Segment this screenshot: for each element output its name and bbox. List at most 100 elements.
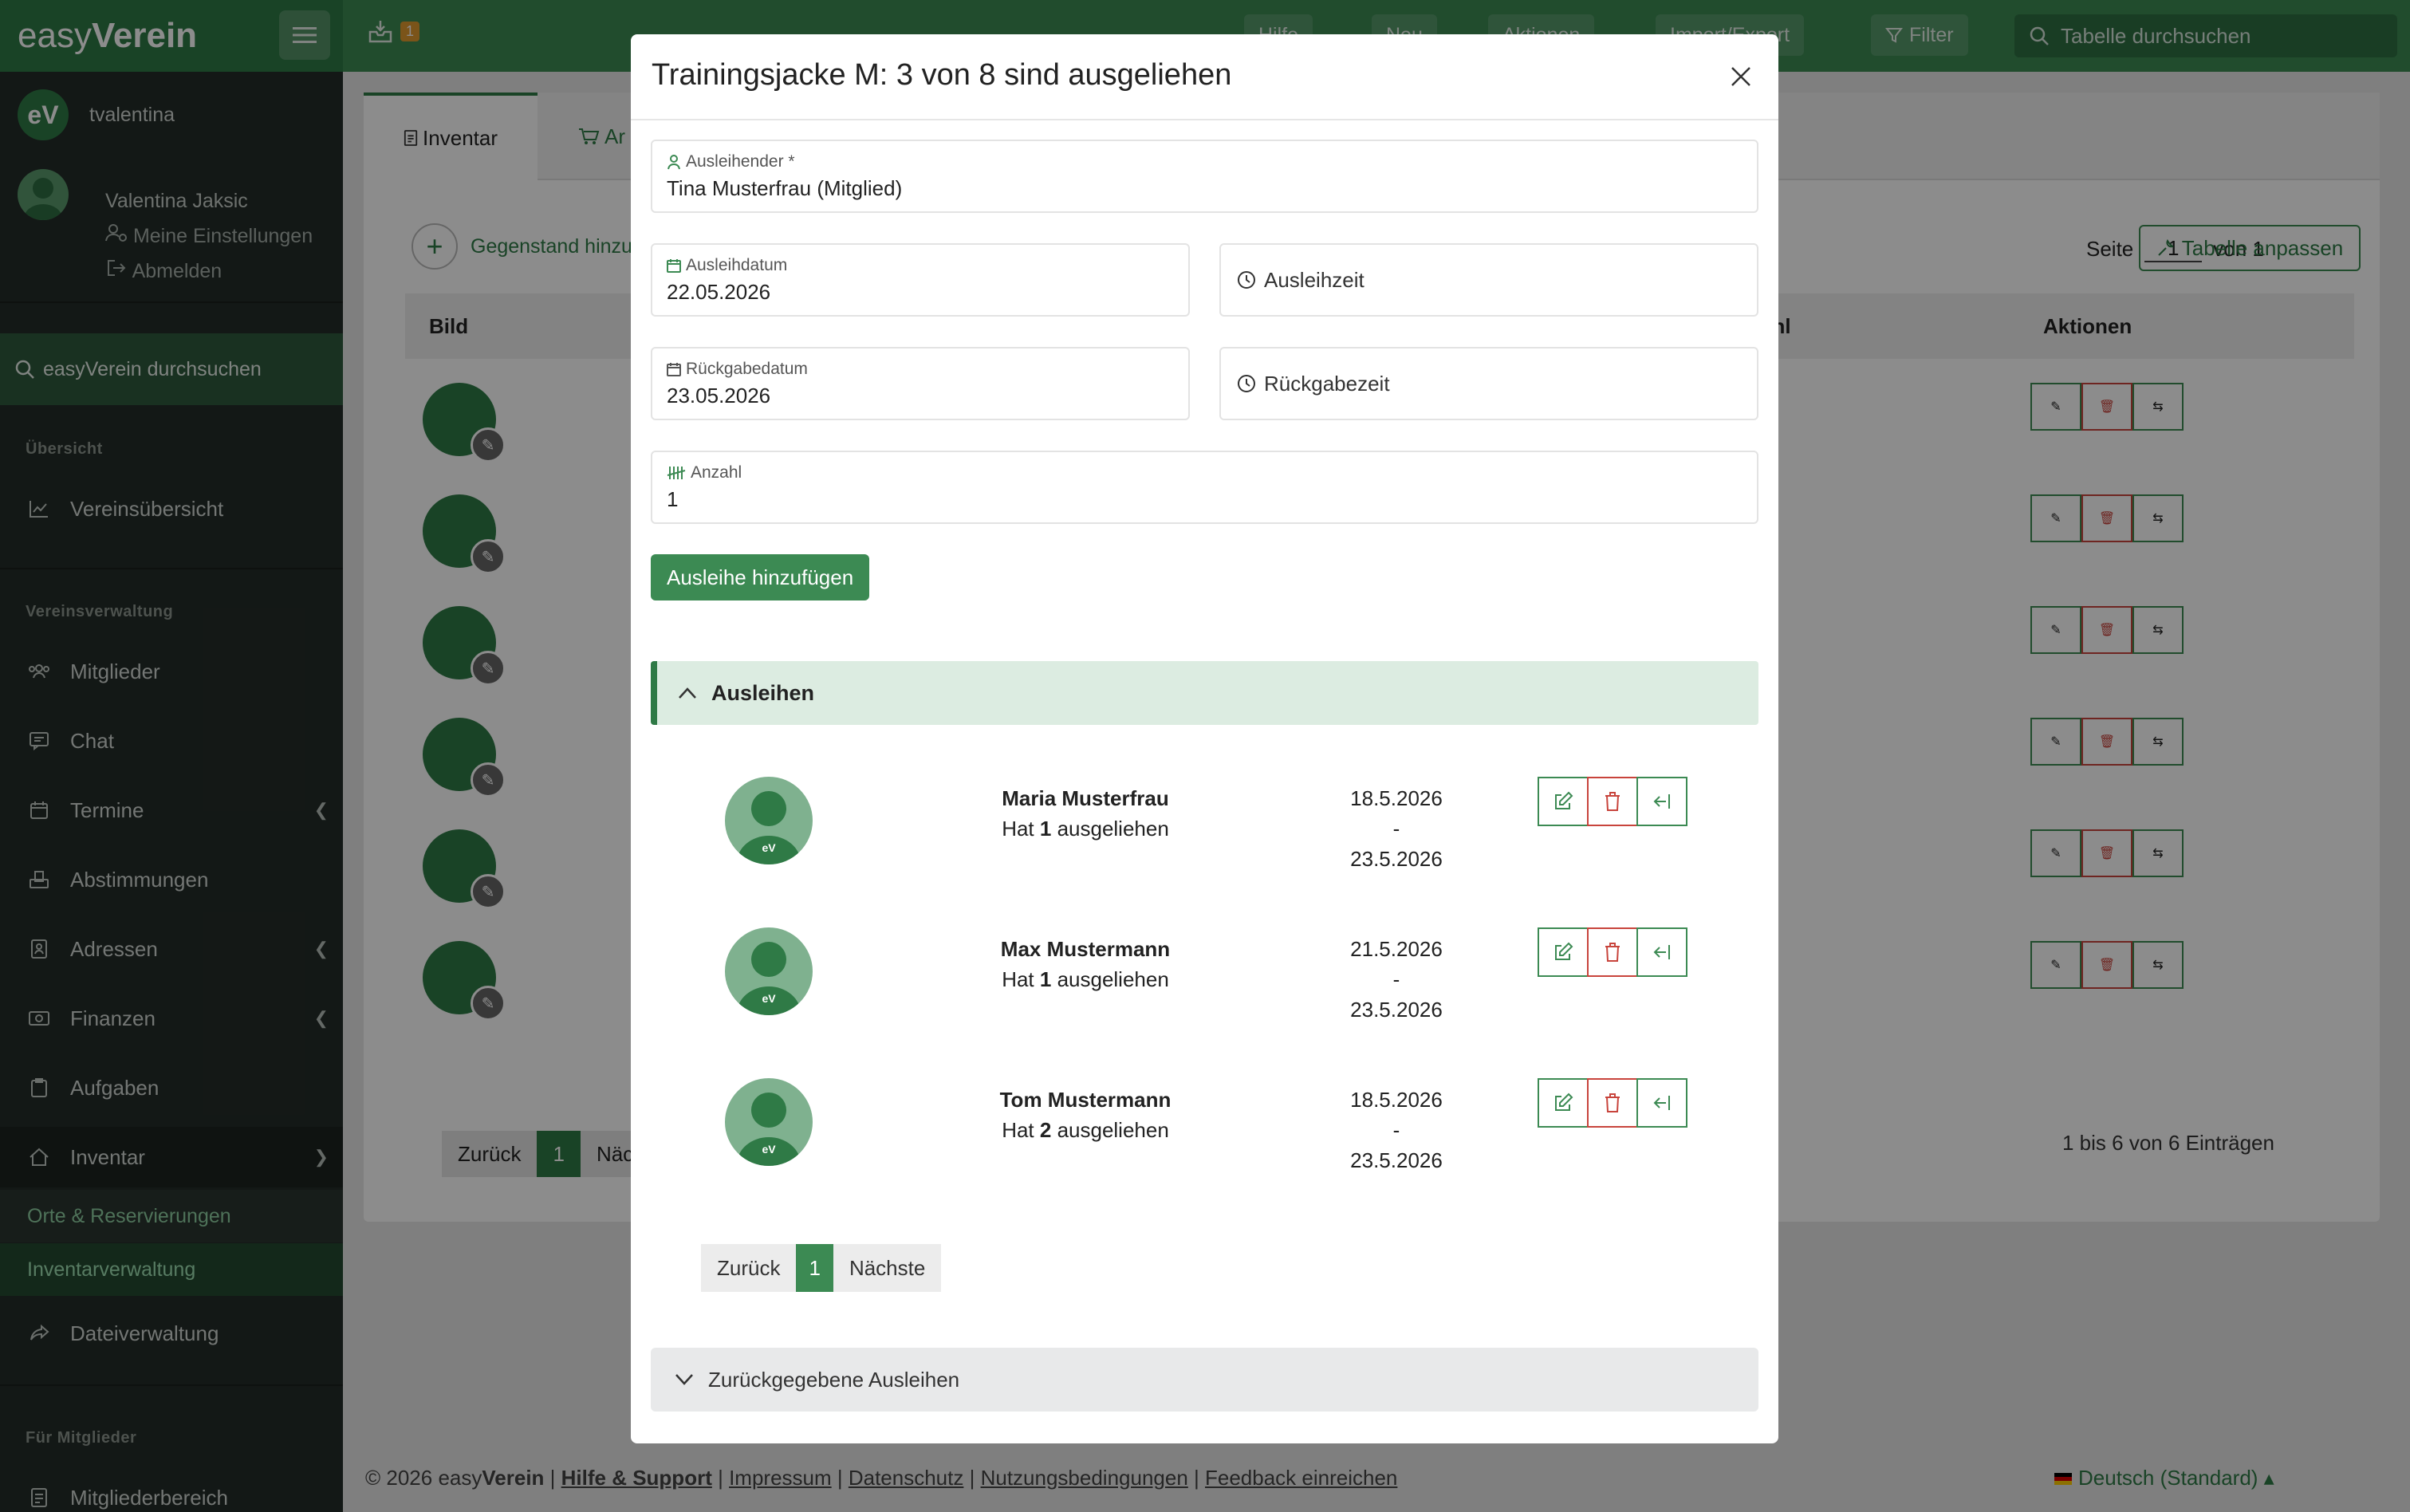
dialog-title: Trainingsjacke M: 3 von 8 sind ausgelieh… — [652, 58, 1232, 92]
amount-field[interactable]: Anzahl 1 — [651, 451, 1758, 524]
returned-loans-heading: Zurückgegebene Ausleihen — [708, 1367, 960, 1392]
return-button[interactable] — [1636, 1078, 1687, 1128]
loan-dash: - — [1392, 817, 1400, 841]
loan-borrower: Max Mustermann Hat 1 ausgeliehen — [982, 934, 1189, 994]
borrower-value: Tina Musterfrau (Mitglied) — [667, 176, 903, 200]
loans-pagination: Zurück 1 Nächste — [701, 1244, 942, 1292]
loan-name: Tom Mustermann — [999, 1088, 1172, 1112]
pager-back-button[interactable]: Zurück — [701, 1244, 797, 1292]
tally-icon — [667, 467, 686, 479]
loan-from: 18.5.2026 — [1350, 1088, 1443, 1112]
user-icon — [667, 155, 680, 170]
calendar-icon — [667, 363, 681, 376]
person-icon: eV — [737, 791, 801, 864]
loan-to: 23.5.2026 — [1350, 998, 1443, 1022]
delete-button[interactable] — [1587, 1078, 1638, 1128]
loan-dialog: Trainingsjacke M: 3 von 8 sind ausgelieh… — [631, 34, 1778, 1443]
edit-icon — [1555, 791, 1573, 809]
borrower-label: Ausleihender * — [686, 152, 795, 171]
loan-actions — [1538, 927, 1687, 977]
loan-name: Maria Musterfrau — [1002, 786, 1169, 810]
edit-icon — [1555, 942, 1573, 960]
loan-row: eV Max Mustermann Hat 1 ausgeliehen 21.5… — [631, 927, 1778, 1063]
loan-time-field[interactable]: Ausleihzeit — [1219, 243, 1758, 317]
loan-count-pre: Hat — [1002, 817, 1040, 841]
loan-count: 1 — [1039, 817, 1052, 841]
borrower-field[interactable]: Ausleihender * Tina Musterfrau (Mitglied… — [651, 140, 1758, 213]
return-icon — [1653, 794, 1670, 809]
loan-count-post: ausgeliehen — [1051, 817, 1169, 841]
return-date-label: Rückgabedatum — [686, 360, 808, 378]
amount-value: 1 — [667, 487, 679, 511]
loan-date-label-wrap: Ausleihdatum — [667, 256, 787, 275]
avatar: eV — [725, 927, 813, 1015]
loan-count-post: ausgeliehen — [1051, 1118, 1169, 1142]
close-icon — [1731, 67, 1750, 86]
loans-heading: Ausleihen — [711, 680, 815, 705]
loan-dash: - — [1392, 1118, 1400, 1142]
trash-icon — [1605, 943, 1620, 962]
loan-time-wrap: Ausleihzeit — [1237, 245, 1364, 315]
loan-dates: 18.5.2026 - 23.5.2026 — [1333, 783, 1460, 874]
close-button[interactable] — [1721, 57, 1761, 96]
return-date-field[interactable]: Rückgabedatum 23.05.2026 — [651, 347, 1190, 420]
loans-accordion-header[interactable]: Ausleihen — [651, 661, 1758, 725]
chevron-up-icon — [679, 687, 696, 699]
loan-to: 23.5.2026 — [1350, 1148, 1443, 1172]
return-button[interactable] — [1636, 927, 1687, 977]
avatar-text: eV — [762, 1143, 776, 1156]
loan-date-value: 22.05.2026 — [667, 280, 771, 304]
edit-button[interactable] — [1538, 1078, 1589, 1128]
pager-page-1[interactable]: 1 — [796, 1244, 833, 1292]
loan-count-line: Hat 2 ausgeliehen — [982, 1115, 1189, 1145]
returned-loans-accordion-header[interactable]: Zurückgegebene Ausleihen — [651, 1348, 1758, 1412]
clock-icon — [1238, 375, 1255, 392]
delete-button[interactable] — [1587, 777, 1638, 826]
return-icon — [1653, 945, 1670, 959]
loan-count-line: Hat 1 ausgeliehen — [982, 813, 1189, 844]
edit-icon — [1555, 1093, 1573, 1111]
clock-icon — [1238, 271, 1255, 289]
borrower-label-wrap: Ausleihender * — [667, 152, 795, 171]
avatar-text: eV — [762, 841, 776, 854]
return-date-value: 23.05.2026 — [667, 384, 771, 408]
return-date-label-wrap: Rückgabedatum — [667, 360, 808, 379]
loan-from: 21.5.2026 — [1350, 937, 1443, 961]
loan-date-label: Ausleihdatum — [686, 256, 788, 274]
return-time-wrap: Rückgabezeit — [1237, 348, 1390, 419]
return-time-field[interactable]: Rückgabezeit — [1219, 347, 1758, 420]
loan-date-field[interactable]: Ausleihdatum 22.05.2026 — [651, 243, 1190, 317]
return-time-label: Rückgabezeit — [1264, 371, 1390, 396]
trash-icon — [1605, 792, 1620, 811]
chevron-down-icon — [675, 1374, 693, 1385]
add-loan-button[interactable]: Ausleihe hinzufügen — [651, 554, 870, 600]
edit-button[interactable] — [1538, 927, 1589, 977]
loan-time-label: Ausleihzeit — [1264, 267, 1364, 292]
loan-count-post: ausgeliehen — [1051, 967, 1169, 991]
edit-button[interactable] — [1538, 777, 1589, 826]
loan-name: Max Mustermann — [1000, 937, 1171, 961]
person-icon: eV — [737, 1093, 801, 1166]
loan-borrower: Tom Mustermann Hat 2 ausgeliehen — [982, 1085, 1189, 1145]
delete-button[interactable] — [1587, 927, 1638, 977]
loan-to: 23.5.2026 — [1350, 847, 1443, 871]
loan-borrower: Maria Musterfrau Hat 1 ausgeliehen — [982, 783, 1189, 844]
avatar-text: eV — [762, 992, 776, 1005]
loan-dates: 18.5.2026 - 23.5.2026 — [1333, 1085, 1460, 1175]
avatar: eV — [725, 777, 813, 864]
return-icon — [1653, 1096, 1670, 1110]
return-button[interactable] — [1636, 777, 1687, 826]
loan-dates: 21.5.2026 - 23.5.2026 — [1333, 934, 1460, 1025]
pager-next-button[interactable]: Nächste — [833, 1244, 942, 1292]
amount-label: Anzahl — [691, 463, 742, 482]
loan-actions — [1538, 777, 1687, 826]
loan-row: eV Maria Musterfrau Hat 1 ausgeliehen 18… — [631, 777, 1778, 912]
dialog-header: Trainingsjacke M: 3 von 8 sind ausgelieh… — [631, 34, 1778, 120]
calendar-icon — [667, 259, 681, 273]
amount-label-wrap: Anzahl — [667, 463, 742, 482]
loan-count: 1 — [1039, 967, 1052, 991]
loan-row: eV Tom Mustermann Hat 2 ausgeliehen 18.5… — [631, 1078, 1778, 1214]
person-icon: eV — [737, 942, 801, 1015]
loan-from: 18.5.2026 — [1350, 786, 1443, 810]
loan-count-pre: Hat — [1002, 1118, 1040, 1142]
